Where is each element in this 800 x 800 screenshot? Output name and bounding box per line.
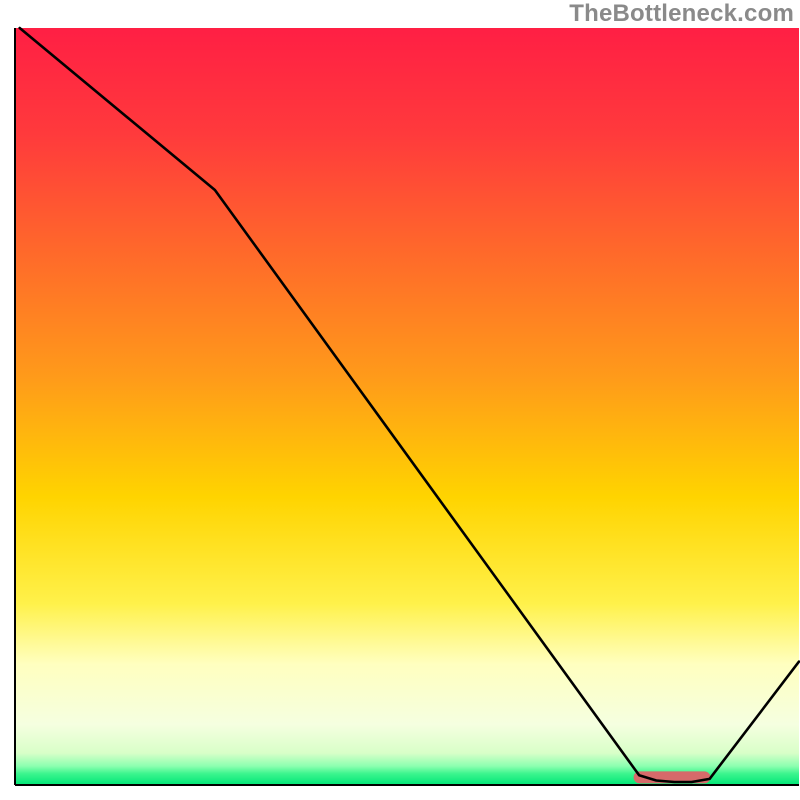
bottleneck-chart — [0, 0, 800, 800]
attribution-label: TheBottleneck.com — [569, 0, 794, 28]
plot-gradient-area — [15, 28, 799, 785]
chart-container: TheBottleneck.com — [0, 0, 800, 800]
